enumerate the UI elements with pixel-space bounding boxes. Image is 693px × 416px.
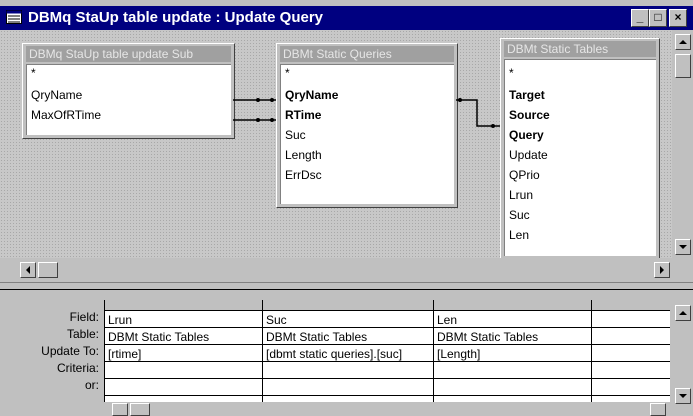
close-button[interactable]: ×	[669, 9, 687, 27]
query-design-grid[interactable]: Field: Table: Update To: Criteria: or: L…	[0, 290, 693, 416]
join-line-rtime[interactable]	[233, 118, 276, 122]
scroll-down-button[interactable]	[675, 388, 691, 404]
grid-vertical-scrollbar[interactable]	[672, 300, 693, 406]
arrow-left-icon	[26, 266, 30, 274]
scroll-left-button[interactable]	[20, 262, 36, 278]
table-pane-horizontal-scrollbar[interactable]	[0, 258, 693, 282]
arrow-up-icon	[679, 40, 687, 44]
scroll-thumb[interactable]	[675, 54, 691, 78]
table-pane-vertical-scrollbar[interactable]	[672, 30, 693, 258]
pane-splitter[interactable]	[0, 282, 693, 290]
join-line-query[interactable]	[456, 98, 500, 128]
arrow-right-icon	[660, 266, 664, 274]
arrow-up-icon	[679, 311, 687, 315]
window-title: DBMq StaUp table update : Update Query	[28, 9, 324, 26]
grid-cell-field[interactable]: Suc	[264, 313, 433, 327]
arrow-down-icon	[679, 245, 687, 249]
join-lines	[233, 98, 500, 128]
scroll-right-button[interactable]	[654, 262, 670, 278]
scroll-down-button[interactable]	[675, 239, 691, 255]
grid-cell-update-to[interactable]: [rtime]	[106, 347, 262, 361]
window-titlebar[interactable]: DBMq StaUp table update : Update Query _…	[0, 6, 693, 30]
grid-cell-update-to[interactable]: [dbmt static queries].[suc]	[264, 347, 433, 361]
grid-cell-field[interactable]: Lrun	[106, 313, 262, 327]
scroll-up-button[interactable]	[675, 305, 691, 321]
maximize-button[interactable]: □	[649, 9, 667, 27]
grid-cell-table[interactable]: DBMt Static Tables	[106, 330, 262, 344]
query-window-icon	[6, 10, 22, 24]
join-line-qryname[interactable]	[233, 98, 276, 102]
scroll-up-button[interactable]	[675, 34, 691, 50]
arrow-down-icon	[679, 394, 687, 398]
scroll-thumb[interactable]	[130, 403, 150, 416]
grid-horizontal-scrollbar[interactable]	[104, 402, 670, 416]
grid-cell-table[interactable]: DBMt Static Tables	[264, 330, 433, 344]
grid-cell-table[interactable]: DBMt Static Tables	[435, 330, 591, 344]
grid-cell-field[interactable]: Len	[435, 313, 591, 327]
scroll-left-button[interactable]	[112, 403, 128, 416]
scroll-thumb[interactable]	[38, 262, 58, 278]
minimize-button[interactable]: _	[631, 9, 649, 27]
table-pane[interactable]: DBMq StaUp table update Sub * QryName Ma…	[0, 30, 672, 260]
scroll-right-button[interactable]	[650, 403, 666, 416]
grid-cell-update-to[interactable]: [Length]	[435, 347, 591, 361]
